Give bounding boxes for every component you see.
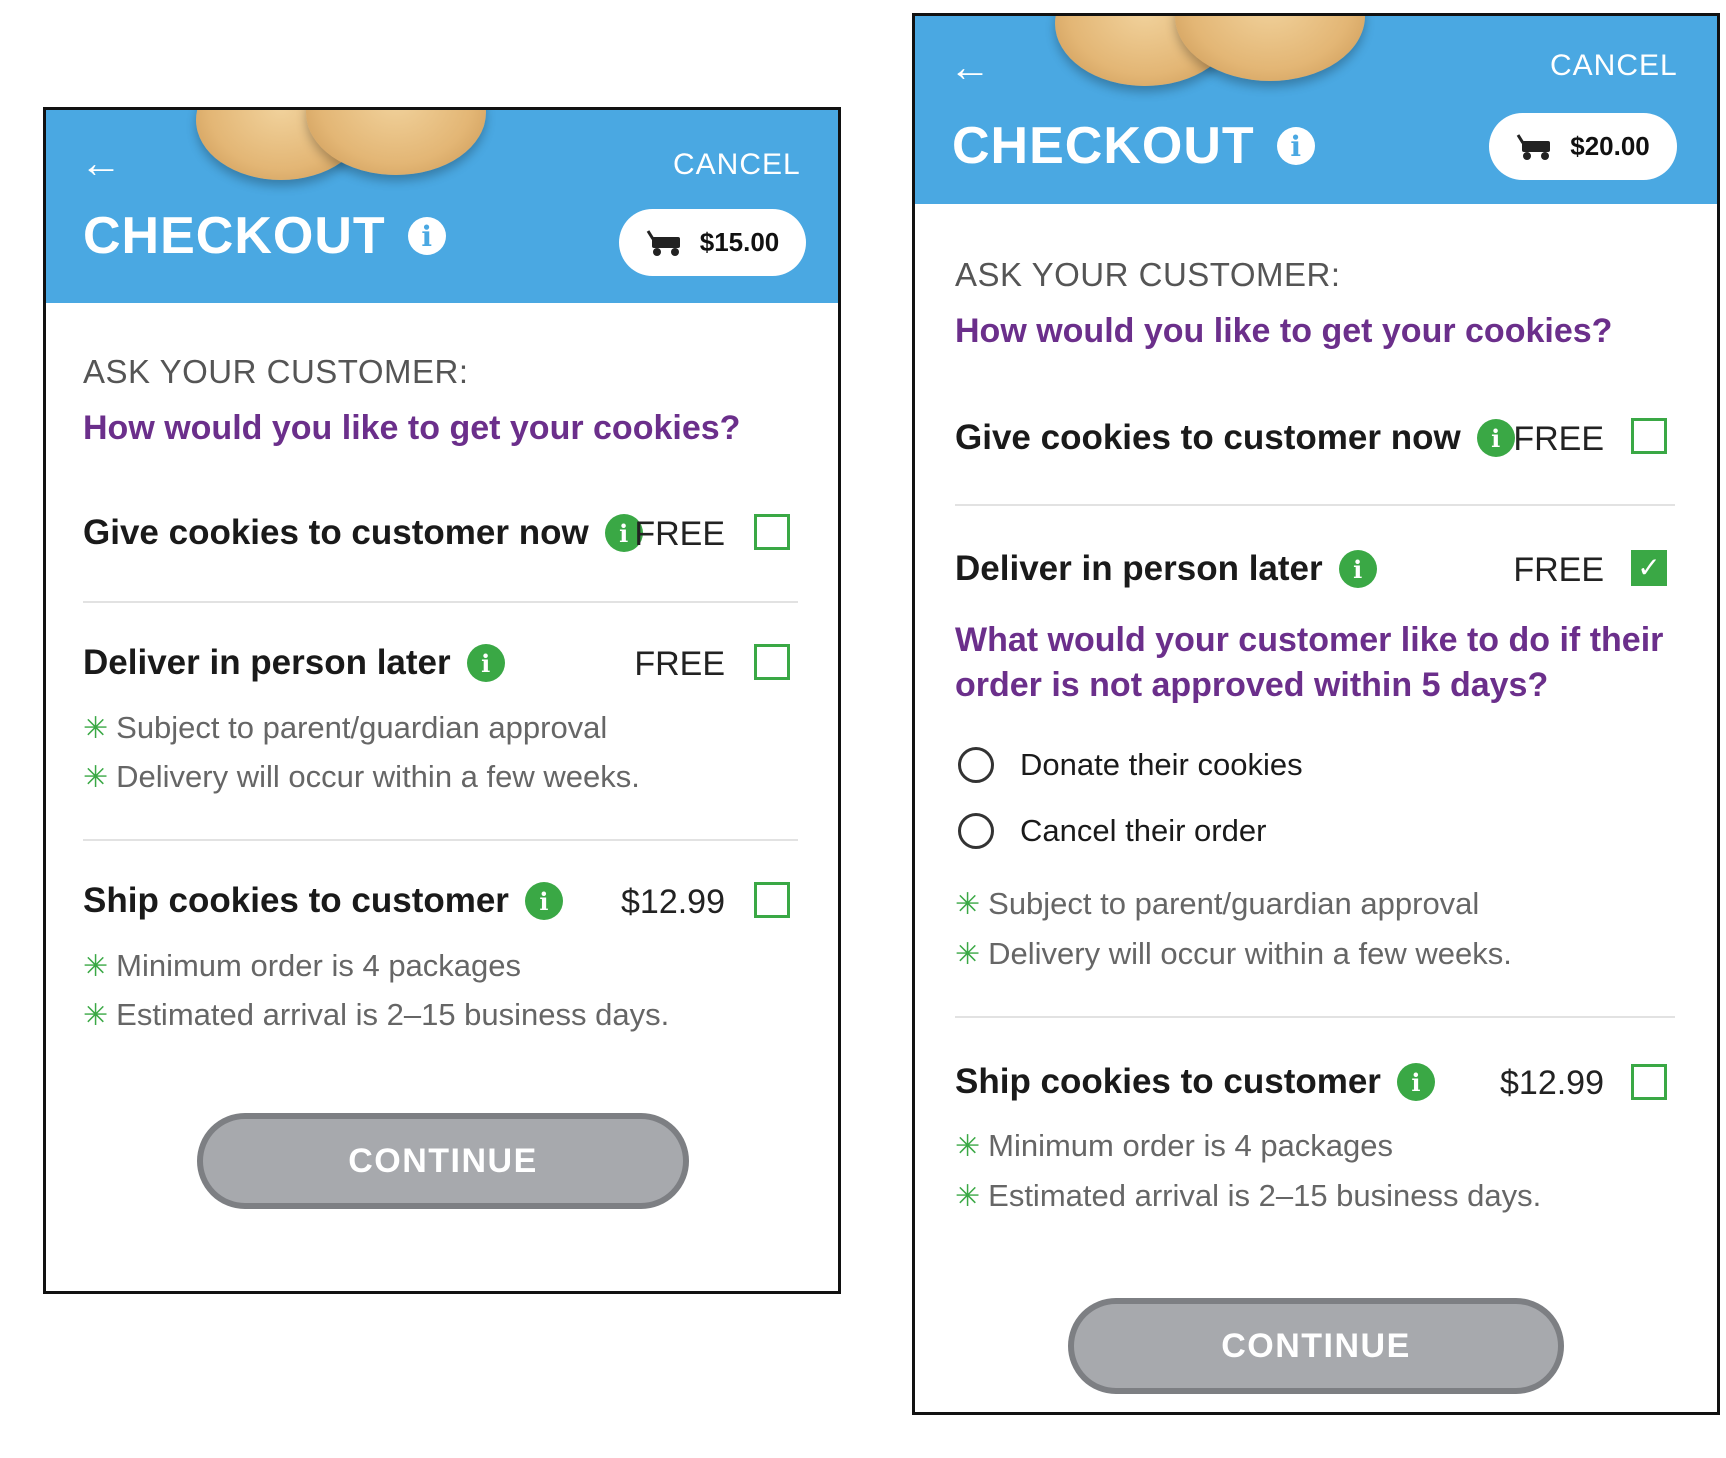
note-item: ✳ Minimum order is 4 packages [83,948,521,984]
note-item: ✳ Subject to parent/guardian approval [955,886,1479,922]
checkout-header: ← CANCEL CHECKOUT i $15.00 [46,110,838,303]
back-arrow-icon[interactable]: ← [949,46,991,88]
note-item: ✳ Estimated arrival is 2–15 business day… [83,997,669,1033]
ask-customer-label: ASK YOUR CUSTOMER: [955,256,1341,293]
radio-label: Donate their cookies [1020,747,1303,782]
option-ship-checkbox[interactable] [1631,1064,1667,1100]
ask-customer-label: ASK YOUR CUSTOMER: [83,353,469,390]
option-deliver-later: Deliver in person later i [83,643,505,683]
note-item: ✳ Delivery will occur within a few weeks… [83,759,640,795]
option-give-now-checkbox[interactable] [754,514,790,550]
cancel-button[interactable]: CANCEL [673,148,801,182]
option-label: Deliver in person later [955,549,1323,588]
asterisk-icon: ✳ [955,887,981,921]
option-price: $12.99 [1500,1064,1604,1102]
title-row: CHECKOUT i [952,116,1315,176]
info-icon[interactable]: i [1396,1063,1435,1101]
info-icon[interactable]: i [524,882,563,920]
info-icon[interactable]: i [1338,550,1377,588]
radio-button[interactable] [958,813,994,849]
option-give-now: Give cookies to customer now i [955,418,1515,458]
title-row: CHECKOUT i [83,206,446,266]
option-label: Ship cookies to customer [83,881,509,920]
delivery-question: How would you like to get your cookies? [83,409,741,447]
note-text: Estimated arrival is 2–15 business days. [116,997,670,1032]
back-arrow-icon[interactable]: ← [80,142,122,184]
note-item: ✳ Delivery will occur within a few weeks… [955,936,1512,972]
cart-total: $15.00 [699,227,780,257]
divider [83,601,798,603]
radio-cancel-order[interactable]: Cancel their order [958,813,1266,849]
checkout-header: ← CANCEL CHECKOUT i $20.00 [915,16,1717,204]
radio-donate-cookies[interactable]: Donate their cookies [958,747,1303,783]
checkmark-icon: ✓ [1637,552,1661,583]
note-text: Delivery will occur within a few weeks. [116,759,640,794]
option-price: FREE [1513,551,1604,589]
option-deliver-later: Deliver in person later i [955,549,1377,589]
page-title: CHECKOUT [952,117,1255,175]
radio-label: Cancel their order [1020,813,1267,848]
continue-button[interactable]: CONTINUE [197,1113,689,1209]
asterisk-icon: ✳ [955,1129,981,1163]
checkout-screen-after: ← CANCEL CHECKOUT i $20.00 ASK YOUR CUST… [912,13,1720,1415]
note-text: Estimated arrival is 2–15 business days. [988,1178,1542,1213]
delivery-question: How would you like to get your cookies? [955,312,1613,350]
option-price: FREE [1513,420,1604,458]
option-give-now-checkbox[interactable] [1631,418,1667,454]
option-give-now: Give cookies to customer now i [83,513,643,553]
checkout-screen-before: ← CANCEL CHECKOUT i $15.00 ASK YOUR CUST… [43,107,841,1294]
follow-up-question: What would your customer like to do if t… [955,621,1664,704]
radio-button[interactable] [958,747,994,783]
info-icon[interactable]: i [1276,127,1315,165]
note-item: ✳ Subject to parent/guardian approval [83,710,607,746]
note-text: Minimum order is 4 packages [116,948,522,983]
option-label: Ship cookies to customer [955,1062,1381,1101]
cart-total-pill[interactable]: $20.00 [1489,113,1677,180]
asterisk-icon: ✳ [83,711,109,745]
asterisk-icon: ✳ [955,937,981,971]
option-label: Deliver in person later [83,643,451,682]
divider [955,504,1675,506]
note-item: ✳ Minimum order is 4 packages [955,1128,1393,1164]
cookie-header-image [1055,16,1375,96]
cart-total: $20.00 [1570,131,1650,161]
divider [955,1016,1675,1018]
wagon-cart-icon [1516,133,1552,161]
page-title: CHECKOUT [83,207,386,265]
note-text: Delivery will occur within a few weeks. [988,936,1512,971]
cancel-button[interactable]: CANCEL [1550,49,1678,83]
option-label: Give cookies to customer now [955,418,1461,457]
option-ship: Ship cookies to customer i [83,881,563,921]
note-item: ✳ Estimated arrival is 2–15 business day… [955,1178,1541,1214]
option-price: FREE [634,645,725,683]
info-icon[interactable]: i [1476,419,1515,457]
note-text: Minimum order is 4 packages [988,1128,1394,1163]
asterisk-icon: ✳ [955,1179,981,1213]
asterisk-icon: ✳ [83,949,109,983]
option-deliver-later-checkbox[interactable]: ✓ [1631,550,1667,586]
option-price: FREE [634,515,725,553]
cookie-header-image [196,110,496,190]
option-label: Give cookies to customer now [83,513,589,552]
option-ship-checkbox[interactable] [754,882,790,918]
option-ship: Ship cookies to customer i [955,1062,1435,1102]
note-text: Subject to parent/guardian approval [116,710,608,745]
wagon-cart-icon [646,229,682,257]
option-deliver-later-checkbox[interactable] [754,644,790,680]
continue-button[interactable]: CONTINUE [1068,1298,1564,1394]
cart-total-pill[interactable]: $15.00 [619,209,806,276]
info-icon[interactable]: i [407,217,446,255]
info-icon[interactable]: i [466,644,505,682]
note-text: Subject to parent/guardian approval [988,886,1480,921]
divider [83,839,798,841]
asterisk-icon: ✳ [83,998,109,1032]
asterisk-icon: ✳ [83,760,109,794]
option-price: $12.99 [621,883,725,921]
